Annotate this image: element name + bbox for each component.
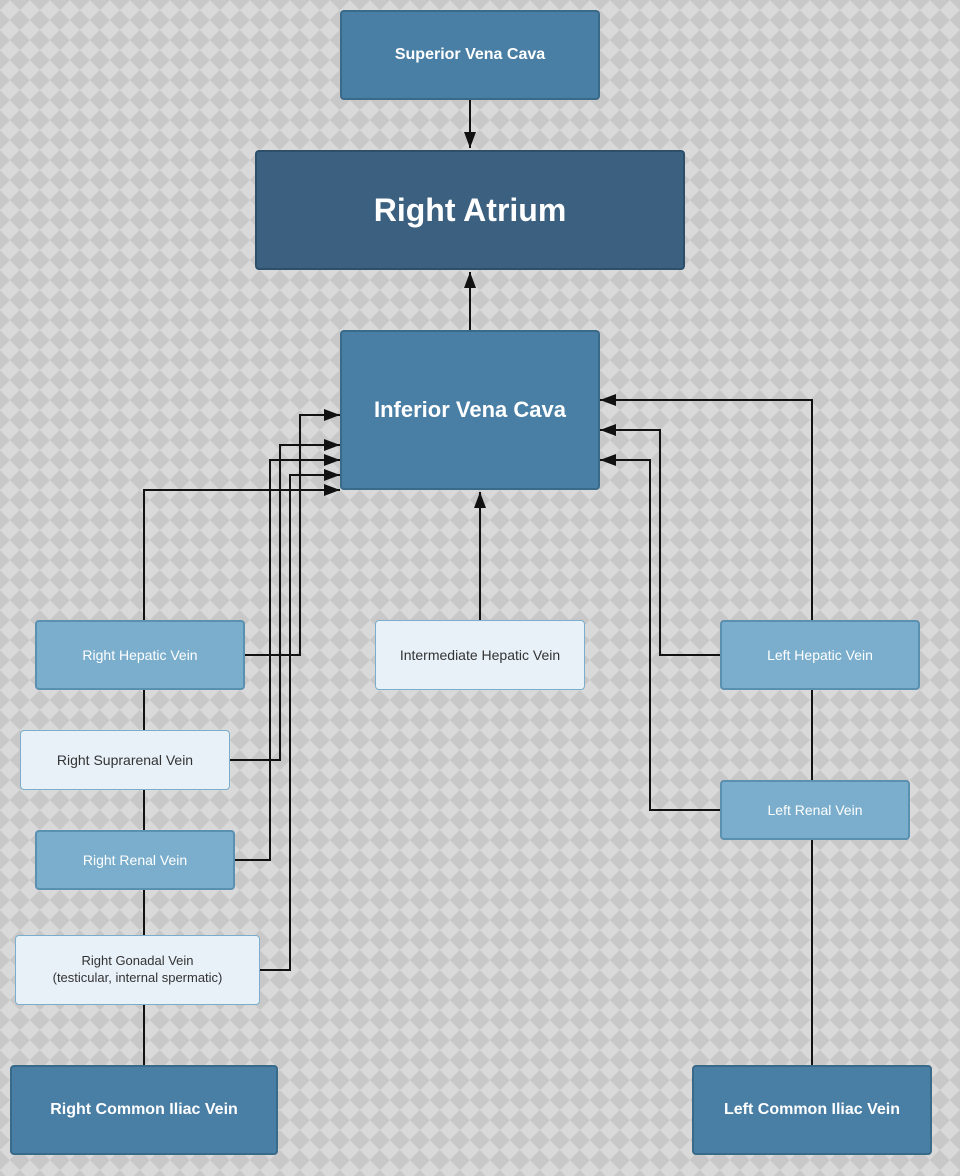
right-suprarenal-vein-node: Right Suprarenal Vein [20,730,230,790]
superior-vena-cava-node: Superior Vena Cava [340,10,600,100]
right-hepatic-vein-node: Right Hepatic Vein [35,620,245,690]
left-common-iliac-vein-node: Left Common Iliac Vein [692,1065,932,1155]
right-common-iliac-vein-node: Right Common Iliac Vein [10,1065,278,1155]
intermediate-hepatic-vein-node: Intermediate Hepatic Vein [375,620,585,690]
right-gonadal-vein-node: Right Gonadal Vein(testicular, internal … [15,935,260,1005]
inferior-vena-cava-node: Inferior Vena Cava [340,330,600,490]
left-renal-vein-node: Left Renal Vein [720,780,910,840]
left-hepatic-vein-node: Left Hepatic Vein [720,620,920,690]
right-renal-vein-node: Right Renal Vein [35,830,235,890]
right-atrium-node: Right Atrium [255,150,685,270]
